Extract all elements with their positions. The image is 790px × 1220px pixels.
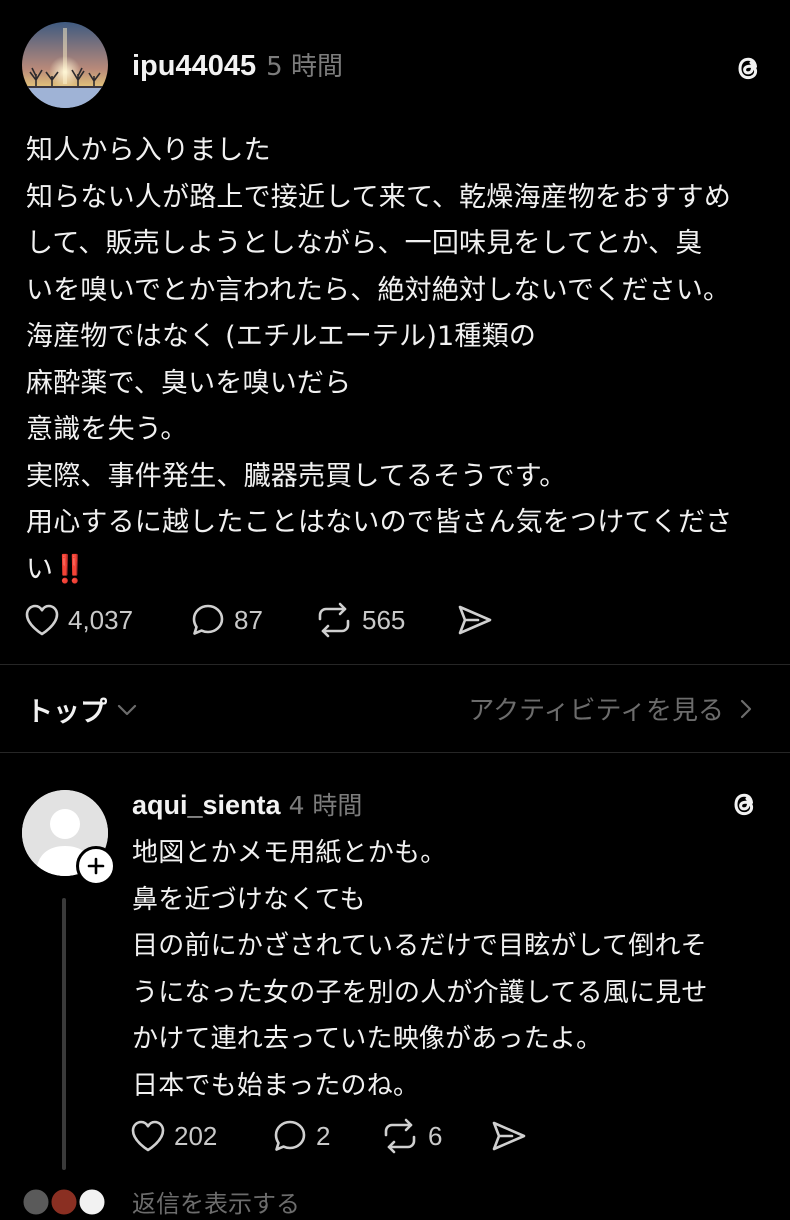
reply-line: かけて連れ去っていた映像があったよ。 — [132, 1024, 603, 1054]
reply-share-button[interactable] — [490, 1116, 528, 1156]
post-line: 海産物ではなく (エチルエーテル)1種類の — [26, 321, 537, 352]
post-line: 意識を失う。 — [26, 414, 188, 445]
sort-label: トップ — [26, 697, 107, 728]
view-activity-link[interactable]: アクティビティを見る — [468, 690, 754, 727]
like-count: 4,037 — [68, 604, 134, 635]
threads-icon — [738, 57, 758, 80]
follow-button[interactable] — [76, 846, 116, 886]
chevron-right-icon — [740, 699, 752, 718]
reply-line: 地図とかメモ用紙とかも。 — [132, 838, 447, 868]
reply-like-count: 202 — [174, 1120, 218, 1151]
repost-icon — [384, 1118, 416, 1154]
author-username[interactable]: ipu44045 — [132, 50, 256, 83]
post-line: 実際、事件発生、臓器売買してるそうです。 — [26, 460, 567, 492]
reply-line: 目の前にかざされているだけで目眩がして倒れそ — [132, 931, 707, 961]
repost-count: 565 — [362, 604, 406, 635]
activity-link-label: アクティビティを見る — [468, 696, 724, 726]
post-line: して、販売しようとしながら、一回味見をしてとか、臭 — [26, 228, 703, 259]
reply-line: 日本でも始まったのね。 — [132, 1070, 420, 1101]
reply-username[interactable]: aqui_sienta — [132, 790, 281, 821]
reply-line: うになった女の子を別の人が介護してる風に見せ — [132, 977, 708, 1008]
reply-like-button[interactable]: 202 — [130, 1116, 217, 1156]
divider — [0, 752, 790, 753]
post-line-last: い‼️ — [26, 547, 776, 594]
reply-body: 地図とかメモ用紙とかも。 鼻を近づけなくても 目の前にかざされているだけで目眩が… — [132, 830, 772, 1109]
replier-avatars — [20, 1186, 112, 1220]
share-button[interactable] — [456, 600, 494, 640]
post-timestamp: 5 時間 — [266, 52, 343, 82]
post-line: 知人から入りました — [26, 135, 271, 166]
post-line: いを嗅いでとか言われたら、絶対絶対しないでください。 — [26, 274, 731, 306]
reply-repost-count: 6 — [428, 1120, 443, 1151]
comment-bubble-icon — [274, 1120, 306, 1151]
send-icon — [492, 1121, 526, 1151]
avatar-photo — [22, 22, 108, 108]
thread-line — [62, 898, 66, 1170]
post-line: 知らない人が路上で接近して来て、乾燥海産物をおすすめ — [26, 181, 732, 213]
replier-avatar-stack — [20, 1186, 108, 1218]
show-replies-link[interactable]: 返信を表示する — [132, 1184, 300, 1219]
heart-icon — [25, 604, 59, 636]
plus-icon — [87, 857, 105, 875]
post-line: い — [26, 553, 54, 585]
reply-repost-button[interactable]: 6 — [380, 1116, 442, 1156]
reply-timestamp: 4 時間 — [288, 791, 363, 820]
send-icon — [458, 605, 492, 635]
repost-button[interactable]: 565 — [314, 600, 405, 640]
sort-dropdown[interactable]: トップ — [26, 690, 139, 729]
threads-logo — [730, 50, 766, 90]
reply-line: 鼻を近づけなくても — [132, 884, 366, 915]
chevron-down-icon — [117, 704, 137, 715]
author-avatar[interactable] — [22, 22, 108, 108]
divider — [0, 664, 790, 665]
comment-bubble-icon — [192, 604, 224, 635]
post-line: 用心するに越したことはないので皆さん気をつけてくださ — [26, 507, 733, 538]
heart-icon — [131, 1120, 165, 1152]
threads-icon — [734, 793, 754, 816]
comment-button[interactable]: 87 — [190, 600, 263, 640]
reply-comment-count: 2 — [316, 1120, 331, 1151]
post-line: 麻酔薬で、臭いを嗅いだら — [26, 367, 352, 399]
reply-comment-button[interactable]: 2 — [272, 1116, 330, 1156]
repost-icon — [318, 602, 350, 638]
like-button[interactable]: 4,037 — [24, 600, 133, 640]
comment-count: 87 — [234, 604, 263, 635]
double-exclamation-icon: ‼️ — [53, 553, 87, 585]
threads-logo — [726, 786, 762, 826]
post-body: 知人から入りました 知らない人が路上で接近して来て、乾燥海産物をおすすめ して、… — [26, 128, 776, 593]
